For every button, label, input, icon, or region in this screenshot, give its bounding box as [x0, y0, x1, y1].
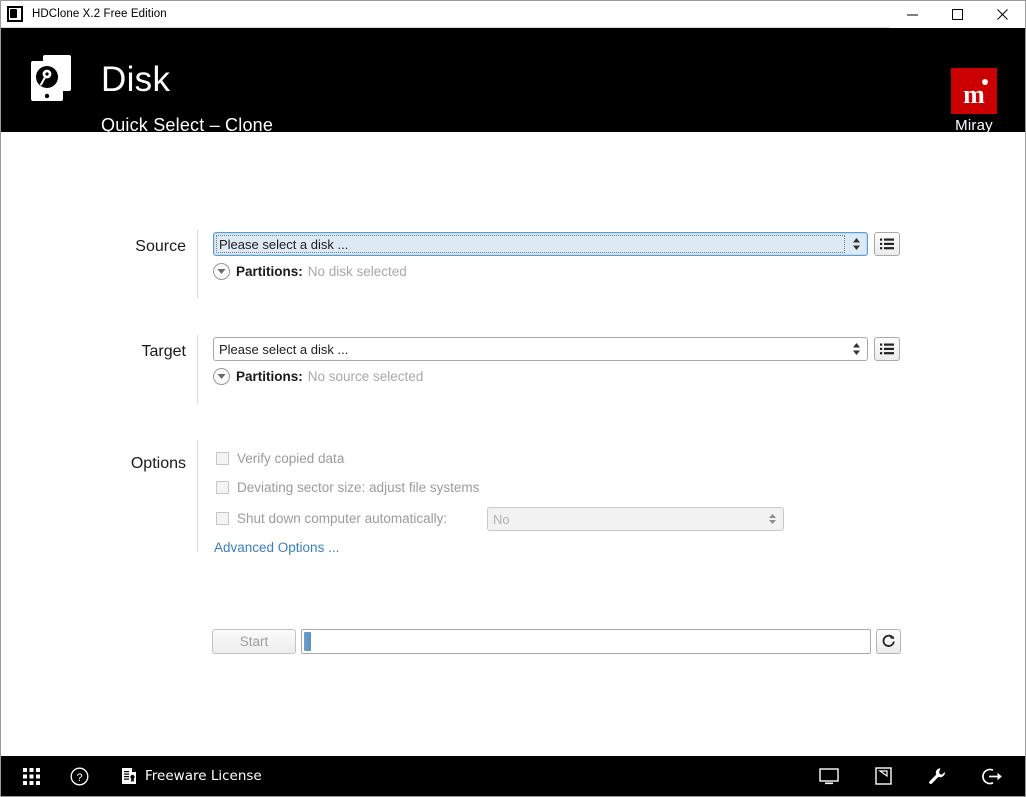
target-partitions-label: Partitions: [236, 369, 303, 384]
target-partitions-value: No source selected [307, 369, 424, 384]
target-list-button[interactable] [874, 337, 900, 361]
option-shutdown-automatically[interactable]: Shut down computer automatically: [216, 511, 447, 526]
wrench-icon [929, 768, 945, 784]
maximize-button[interactable] [935, 1, 980, 28]
progress-bar-fill [304, 632, 312, 651]
source-disk-value: Please select a disk ... [219, 236, 349, 252]
option-shutdown-label: Shut down computer automatically: [237, 511, 448, 526]
option-verify-label: Verify copied data [237, 451, 345, 466]
miray-logo: m Miray [943, 68, 1005, 134]
checkbox-unchecked-icon[interactable] [216, 481, 229, 494]
target-partitions-row[interactable]: Partitions: No source selected [213, 368, 423, 385]
page-title: Disk [101, 60, 171, 99]
apps-grid-button[interactable] [11, 756, 51, 796]
options-label: Options [130, 455, 186, 472]
target-separator [197, 335, 198, 403]
list-view-icon [880, 238, 894, 250]
screenshot-button[interactable] [863, 756, 903, 796]
page-header: Disk Quick Select – Clone m Miray [1, 28, 1025, 135]
monitor-icon [819, 767, 839, 784]
exit-button[interactable] [971, 756, 1011, 796]
monitor-button[interactable] [809, 756, 849, 796]
status-bar: ? Freeware License [1, 756, 1025, 796]
hdclone-app-icon [7, 6, 23, 22]
source-partitions-label: Partitions: [236, 264, 303, 279]
refresh-button[interactable] [876, 629, 901, 654]
source-list-button[interactable] [874, 232, 900, 256]
source-label: Source [135, 238, 186, 255]
target-disk-value: Please select a disk ... [219, 341, 349, 357]
miray-mark: m [963, 80, 985, 109]
refresh-icon [882, 634, 895, 647]
list-view-icon [880, 343, 894, 355]
exit-icon [982, 768, 1002, 784]
svg-text:?: ? [76, 771, 82, 783]
option-deviating-label: Deviating sector size: adjust file syste… [237, 480, 480, 495]
main-content: Source Please select a disk ... Partitio… [1, 132, 1025, 756]
help-button[interactable]: ? [59, 756, 99, 796]
target-label: Target [141, 343, 186, 360]
source-separator [197, 230, 198, 298]
grid-apps-icon [22, 767, 40, 785]
disk-stack-icon [29, 53, 77, 103]
advanced-options-link[interactable]: Advanced Options ... [214, 540, 339, 555]
source-partitions-row[interactable]: Partitions: No disk selected [213, 263, 407, 280]
help-circle-icon: ? [70, 767, 88, 785]
license-document-icon [122, 768, 136, 784]
freeware-license-button[interactable]: Freeware License [121, 767, 262, 785]
source-partitions-value: No disk selected [307, 264, 407, 279]
source-spinner-icon[interactable] [849, 233, 863, 255]
window-controls [890, 1, 1025, 28]
miray-dot-icon [982, 79, 988, 85]
settings-wrench-button[interactable] [917, 756, 957, 796]
hdclone-window: HDClone X.2 Free Edition Disk Quick Sele… [0, 0, 1026, 797]
freeware-license-label: Freeware License [145, 768, 262, 784]
shutdown-mode-select[interactable]: No [487, 507, 784, 531]
window-title: HDClone X.2 Free Edition [32, 8, 167, 20]
minimize-button[interactable] [890, 1, 935, 28]
source-partitions-expander-icon[interactable] [213, 263, 230, 280]
start-button[interactable]: Start [212, 629, 296, 654]
progress-bar [301, 629, 871, 654]
checkbox-unchecked-icon[interactable] [216, 512, 229, 525]
screenshot-icon [874, 767, 892, 785]
options-separator [197, 440, 198, 552]
target-spinner-icon[interactable] [849, 338, 863, 360]
checkbox-unchecked-icon[interactable] [216, 452, 229, 465]
source-disk-select[interactable]: Please select a disk ... [213, 232, 868, 256]
shutdown-spinner-icon[interactable] [765, 508, 779, 530]
option-verify-copied-data[interactable]: Verify copied data [216, 451, 344, 466]
target-partitions-expander-icon[interactable] [213, 368, 230, 385]
target-disk-select[interactable]: Please select a disk ... [213, 337, 868, 361]
shutdown-mode-value: No [493, 511, 510, 527]
close-button[interactable] [980, 1, 1025, 28]
title-bar: HDClone X.2 Free Edition [1, 1, 1025, 28]
option-deviating-sector-size[interactable]: Deviating sector size: adjust file syste… [216, 480, 479, 495]
